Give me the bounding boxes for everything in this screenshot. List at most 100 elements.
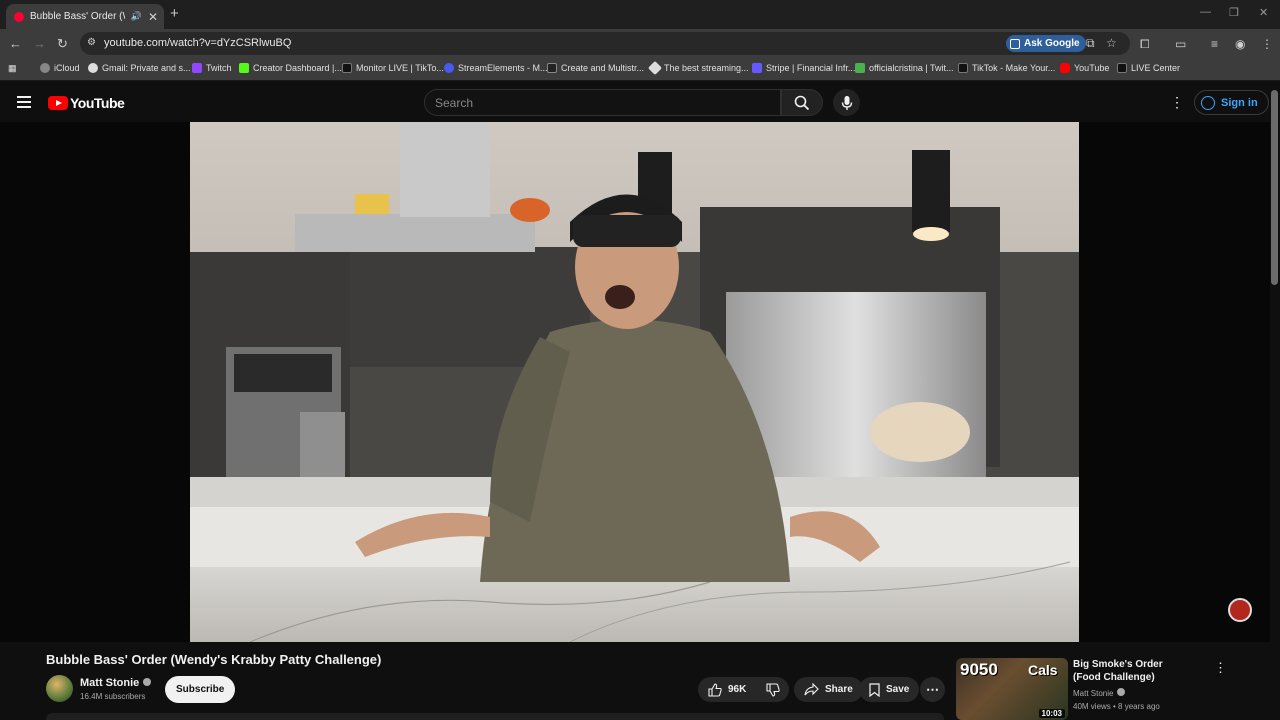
bookmark-live-center[interactable]: LIVE Center xyxy=(1117,63,1180,73)
bookmark-icloud[interactable]: iCloud xyxy=(40,63,80,73)
minimize-icon[interactable]: — xyxy=(1200,6,1211,18)
tiktok-icon xyxy=(958,63,968,73)
close-window-icon[interactable]: ✕ xyxy=(1259,6,1268,19)
thumb-number-text: 9050 xyxy=(960,660,998,679)
like-count: 96K xyxy=(728,684,747,695)
apps-grid-icon[interactable]: ▦ xyxy=(8,63,17,74)
maximize-icon[interactable]: ❐ xyxy=(1229,6,1239,19)
browser-menu-icon[interactable]: ⋮ xyxy=(1261,37,1273,51)
tiktok-icon xyxy=(342,63,352,73)
url-text[interactable]: youtube.com/watch?v=dYzCSRlwuBQ xyxy=(104,37,291,49)
youtube-header: YouTube ⋮ Sign in xyxy=(0,84,1280,122)
browser-tabstrip: Bubble Bass' Order (Wendy 🔊 ✕ + — ❐ ✕ xyxy=(0,0,1280,29)
voice-search-button[interactable] xyxy=(833,89,860,116)
kick-icon xyxy=(239,63,249,73)
site-info-icon[interactable]: ⚙ xyxy=(87,37,99,49)
microphone-icon xyxy=(841,95,852,110)
like-dislike-group: 96K xyxy=(698,677,789,702)
close-tab-icon[interactable]: ✕ xyxy=(148,10,158,24)
bookmark-twitch[interactable]: Twitch xyxy=(192,63,232,73)
share-label: Share xyxy=(825,684,853,695)
video-frame-kitchen-scene xyxy=(190,122,1079,642)
bookmark-officialcristina[interactable]: officialcristina | Twit... xyxy=(855,63,954,73)
new-tab-icon[interactable]: + xyxy=(170,5,179,22)
side-panel-icon[interactable]: ▭ xyxy=(1175,37,1186,51)
save-button[interactable]: Save xyxy=(859,677,920,702)
bookmarks-bar: ▦ iCloud Gmail: Private and s... Twitch … xyxy=(0,58,1280,81)
browser-toolbar: ← → ↻ ⚙ youtube.com/watch?v=dYzCSRlwuBQ … xyxy=(0,29,1280,58)
google-lens-icon xyxy=(1010,38,1020,49)
audio-playing-icon[interactable]: 🔊 xyxy=(131,11,142,22)
profile-icon[interactable]: ◉ xyxy=(1235,37,1245,51)
address-bar[interactable]: ⚙ youtube.com/watch?v=dYzCSRlwuBQ Ask Go… xyxy=(80,32,1130,55)
youtube-play-icon xyxy=(48,96,68,110)
bookmark-stripe[interactable]: Stripe | Financial Infr... xyxy=(752,63,855,73)
bookmark-youtube[interactable]: YouTube xyxy=(1060,63,1109,73)
search-input[interactable] xyxy=(425,90,780,115)
install-app-icon[interactable]: ⧉ xyxy=(1086,36,1095,51)
ask-google-label: Ask Google xyxy=(1024,38,1080,49)
recommended-channel[interactable]: Matt Stonie xyxy=(1073,688,1126,698)
recommended-meta: 40M views • 8 years ago xyxy=(1073,702,1160,711)
thumbs-up-icon xyxy=(708,682,722,697)
like-button[interactable]: 96K xyxy=(698,677,756,702)
bookmark-streamelements[interactable]: StreamElements - M... xyxy=(444,63,548,73)
apple-icon xyxy=(40,63,50,73)
forward-icon[interactable]: → xyxy=(33,36,46,51)
youtube-logo[interactable]: YouTube xyxy=(48,95,125,111)
search-button[interactable] xyxy=(781,89,823,116)
bookmark-streaming[interactable]: The best streaming... xyxy=(647,60,749,76)
extensions-icon[interactable]: ⧠ xyxy=(1140,37,1150,52)
page-scrollbar[interactable] xyxy=(1271,90,1278,285)
ask-google-button[interactable]: Ask Google xyxy=(1006,35,1086,52)
tiktok-icon xyxy=(1117,63,1127,73)
media-control-icon[interactable]: ≡ xyxy=(1211,37,1218,51)
thumb-cals-text: Cals xyxy=(1028,662,1058,678)
dislike-button[interactable] xyxy=(756,677,790,702)
youtube-favicon-icon xyxy=(14,11,24,22)
chat-icon xyxy=(855,63,865,73)
youtube-icon xyxy=(1060,63,1070,73)
recommended-thumbnail[interactable]: 9050 Cals 10:03 xyxy=(956,658,1068,720)
subscriber-count: 16.4M subscribers xyxy=(80,692,146,701)
menu-icon[interactable] xyxy=(17,96,31,108)
verified-icon xyxy=(143,678,152,686)
recommended-menu-icon[interactable]: ⋮ xyxy=(1214,660,1227,676)
sign-in-button[interactable]: Sign in xyxy=(1194,90,1269,115)
bookmark-save-icon xyxy=(869,682,880,697)
bookmark-restream[interactable]: Create and Multistr... xyxy=(547,63,644,73)
streamelements-icon xyxy=(444,63,454,73)
stripe-icon xyxy=(752,63,762,73)
video-duration: 10:03 xyxy=(1038,709,1065,718)
search-icon xyxy=(794,95,810,110)
recommended-title[interactable]: Big Smoke's Order (Food Challenge) xyxy=(1073,658,1193,684)
channel-name[interactable]: Matt Stonie xyxy=(80,677,152,689)
floating-chat-avatar[interactable] xyxy=(1228,598,1252,622)
more-actions-icon[interactable]: ⋯ xyxy=(920,677,945,702)
subscribe-button[interactable]: Subscribe xyxy=(165,676,236,703)
video-title: Bubble Bass' Order (Wendy's Krabby Patty… xyxy=(46,652,382,667)
description-box-edge[interactable] xyxy=(46,713,944,720)
bookmark-tiktok[interactable]: TikTok - Make Your... xyxy=(958,63,1055,73)
back-icon[interactable]: ← xyxy=(9,36,22,51)
save-label: Save xyxy=(886,684,910,695)
reload-icon[interactable]: ↻ xyxy=(57,36,68,52)
browser-tab-active[interactable]: Bubble Bass' Order (Wendy 🔊 ✕ xyxy=(6,4,164,29)
settings-kebab-icon[interactable]: ⋮ xyxy=(1170,94,1184,111)
search-box[interactable] xyxy=(424,89,781,116)
thumbs-down-icon xyxy=(766,682,781,697)
twitch-icon xyxy=(192,63,202,73)
share-arrow-icon xyxy=(804,683,819,696)
video-player[interactable] xyxy=(190,122,1079,642)
bookmark-creator-dashboard[interactable]: Creator Dashboard |... xyxy=(239,63,342,73)
account-icon xyxy=(1201,95,1215,110)
google-icon xyxy=(88,63,98,73)
bookmark-star-icon[interactable]: ☆ xyxy=(1106,36,1117,50)
share-button[interactable]: Share xyxy=(794,677,863,702)
bookmark-gmail[interactable]: Gmail: Private and s... xyxy=(88,63,191,73)
youtube-logo-text: YouTube xyxy=(70,95,125,111)
channel-avatar[interactable] xyxy=(46,675,73,702)
diamond-icon xyxy=(647,60,663,76)
bookmark-monitor-live[interactable]: Monitor LIVE | TikTo... xyxy=(342,63,444,73)
tab-title: Bubble Bass' Order (Wendy xyxy=(30,11,125,22)
